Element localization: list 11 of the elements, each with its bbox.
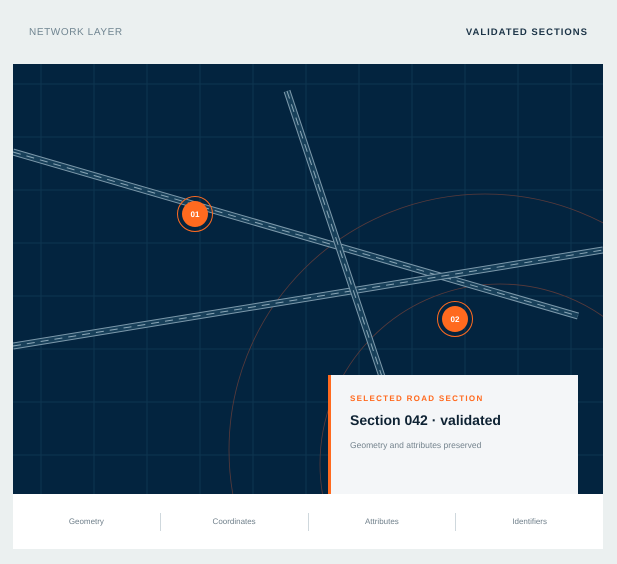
footer-label: Geometry [68,517,105,526]
status-label: VALIDATED SECTIONS [466,26,588,38]
card-title: Section 042 · validated [350,412,501,428]
layer-title: NETWORK LAYER [29,26,123,38]
map-marker[interactable]: 01 [177,196,213,232]
footer-label: Attributes [364,517,400,526]
footer-label: Identifiers [511,517,548,526]
footer-label: Coordinates [212,517,257,526]
card-eyebrow: SELECTED ROAD SECTION [350,394,485,403]
map-marker[interactable]: 02 [437,301,473,337]
card-description: Geometry and attributes preserved [350,440,482,450]
